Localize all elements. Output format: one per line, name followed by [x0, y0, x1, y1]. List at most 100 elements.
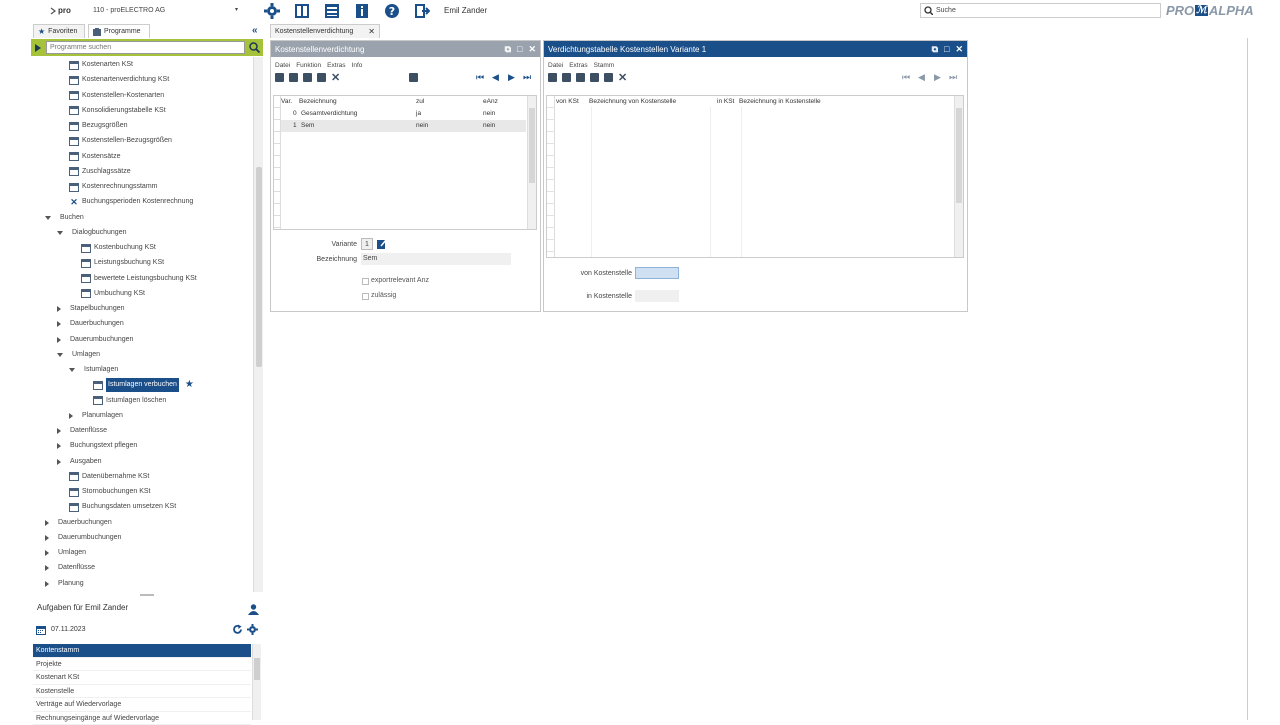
calendar-icon[interactable] [36, 625, 46, 635]
play-icon[interactable] [34, 43, 42, 53]
task-list-item[interactable]: Projekte [33, 658, 251, 672]
open-icon[interactable] [289, 73, 298, 82]
splitter-handle[interactable] [140, 594, 154, 596]
exit-icon[interactable] [414, 3, 430, 19]
collapse-icon[interactable] [45, 216, 51, 220]
tree-item[interactable]: Kostensätze [69, 150, 121, 164]
col-eanz[interactable]: eAnz [483, 98, 498, 105]
tree-item[interactable]: bewertete Leistungsbuchung KSt [81, 272, 197, 286]
tree-item[interactable]: Leistungsbuchung KSt [81, 256, 164, 270]
task-list-item[interactable]: Kostenstelle [33, 685, 251, 699]
expand-icon[interactable] [45, 520, 49, 526]
tree-item[interactable]: Buchungstext pflegen [57, 439, 137, 453]
col-zul[interactable]: zul [416, 98, 424, 105]
info-icon[interactable] [354, 3, 370, 19]
collapse-icon[interactable] [57, 353, 63, 357]
prev-record-icon[interactable]: ◀ [918, 72, 925, 83]
bezeichnung-field[interactable]: Sem [361, 253, 511, 265]
expand-icon[interactable] [69, 413, 73, 419]
gear-icon[interactable] [247, 624, 258, 635]
close-icon[interactable]: ✕ [368, 25, 375, 38]
tree-item[interactable]: Planung [45, 577, 84, 591]
menu-item[interactable]: Info [352, 62, 363, 69]
open-icon[interactable] [562, 73, 571, 82]
save-icon[interactable] [303, 73, 312, 82]
tree-item[interactable]: Umlagen [57, 348, 100, 362]
tree-item[interactable]: Datenflüsse [45, 561, 95, 575]
last-record-icon[interactable]: ⏭ [523, 72, 531, 83]
cancel-icon[interactable]: ✕ [331, 71, 340, 84]
table-row[interactable]: 0 Gesamtverdichtung ja nein [274, 108, 536, 120]
tree-item[interactable]: Dialogbuchungen [57, 226, 127, 240]
restore-icon[interactable]: ⧉ [505, 44, 511, 55]
first-record-icon[interactable]: ⏮ [476, 72, 484, 83]
maximize-icon[interactable]: □ [944, 44, 949, 55]
tree-item[interactable]: Planumlagen [69, 409, 123, 423]
tree-item[interactable]: Istumlagen [69, 363, 118, 377]
tree-item[interactable]: Dauerbuchungen [57, 317, 124, 331]
task-scrollbar[interactable] [252, 644, 261, 720]
tree-item[interactable]: Umbuchung KSt [81, 287, 145, 301]
tab-kostenstellenverdichtung[interactable]: Kostenstellenverdichtung ✕ [270, 24, 380, 38]
tasks-date[interactable]: 07.11.2023 [51, 626, 86, 633]
save-icon[interactable] [576, 73, 585, 82]
tree-item[interactable]: Dauerumbuchungen [57, 333, 133, 347]
tree-item[interactable]: Zuschlagssätze [69, 165, 131, 179]
tab-programs[interactable]: Programme [88, 24, 150, 38]
menu-item[interactable]: Datei [548, 62, 563, 69]
collapse-icon[interactable] [69, 368, 75, 372]
tree-item[interactable]: Kostenstellen-Kostenarten [69, 89, 164, 103]
tree-item[interactable]: Kostenstellen-Bezugsgrößen [69, 134, 172, 148]
tree-item[interactable]: Stornobuchungen KSt [69, 485, 151, 499]
expand-icon[interactable] [57, 443, 61, 449]
next-record-icon[interactable]: ▶ [508, 72, 515, 83]
collapse-panel-icon[interactable]: « [252, 25, 258, 36]
layout-icon[interactable] [294, 3, 310, 19]
tree-item[interactable]: Datenübernahme KSt [69, 470, 149, 484]
tree-scrollbar[interactable] [253, 57, 263, 592]
col-bezeichnung[interactable]: Bezeichnung [299, 98, 337, 105]
tree-item[interactable]: Ausgaben [57, 455, 102, 469]
tree-item[interactable]: Dauerumbuchungen [45, 531, 121, 545]
close-icon[interactable]: ✕ [955, 44, 963, 55]
restore-icon[interactable]: ⧉ [932, 44, 938, 55]
prev-record-icon[interactable]: ◀ [492, 72, 499, 83]
last-record-icon[interactable]: ⏭ [949, 72, 957, 83]
tree-scrollbar-thumb[interactable] [256, 167, 262, 367]
global-search[interactable]: Suche [920, 3, 1161, 18]
tree-item[interactable]: Istumlagen verbuchen★ [93, 378, 194, 392]
next-record-icon[interactable]: ▶ [934, 72, 941, 83]
tree-item[interactable]: Buchungsdaten umsetzen KSt [69, 500, 176, 514]
col-bezeichnung-in[interactable]: Bezeichnung in Kostenstelle [739, 98, 821, 105]
col-var[interactable]: Var. [281, 98, 292, 105]
table-row[interactable]: 1 Sem nein nein [274, 120, 526, 132]
maximize-icon[interactable]: □ [517, 44, 522, 55]
print-icon[interactable] [409, 73, 418, 82]
left-grid-scrollbar-thumb[interactable] [529, 108, 535, 183]
tree-item[interactable]: Dauerbuchungen [45, 516, 112, 530]
col-in-kst[interactable]: in KSt [717, 98, 734, 105]
cancel-icon[interactable]: ✕ [618, 71, 627, 84]
task-scrollbar-thumb[interactable] [254, 658, 260, 680]
task-list-item[interactable]: Rechnungseingänge auf Wiedervorlage [33, 712, 251, 725]
edit-icon[interactable] [377, 239, 387, 249]
favorite-star-icon[interactable]: ★ [185, 378, 194, 392]
collapse-icon[interactable] [57, 231, 63, 235]
delete-icon[interactable] [317, 73, 326, 82]
in-kostenstelle-field[interactable] [635, 290, 679, 302]
menu-item[interactable]: Funktion [296, 62, 321, 69]
task-list-item[interactable]: Verträge auf Wiedervorlage [33, 698, 251, 712]
tree-item[interactable]: Buchen [45, 211, 84, 225]
col-bezeichnung-von[interactable]: Bezeichnung von Kostenstelle [589, 98, 676, 105]
company-select[interactable]: 110 - proELECTRO AG ▾ [90, 4, 242, 17]
expand-icon[interactable] [57, 321, 61, 327]
menu-item[interactable]: Extras [327, 62, 345, 69]
expand-icon[interactable] [45, 535, 49, 541]
expand-icon[interactable] [45, 550, 49, 556]
variante-field[interactable]: 1 [361, 238, 373, 250]
close-icon[interactable]: ✕ [528, 44, 536, 55]
tree-item[interactable]: Stapelbuchungen [57, 302, 125, 316]
menu-item[interactable]: Stamm [594, 62, 615, 69]
delete-icon[interactable] [604, 73, 613, 82]
menu-item[interactable]: Extras [569, 62, 587, 69]
